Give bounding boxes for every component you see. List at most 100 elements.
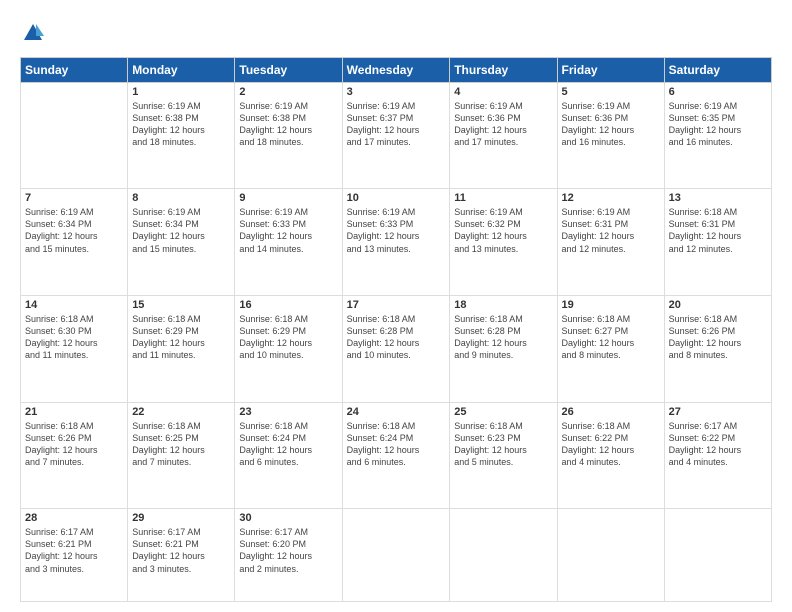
- day-number: 17: [347, 299, 446, 311]
- day-number: 18: [454, 299, 552, 311]
- day-info: Sunrise: 6:18 AM Sunset: 6:29 PM Dayligh…: [132, 313, 230, 362]
- day-info: Sunrise: 6:18 AM Sunset: 6:22 PM Dayligh…: [562, 420, 660, 469]
- day-number: 11: [454, 192, 552, 204]
- calendar-cell: [664, 509, 771, 602]
- day-info: Sunrise: 6:19 AM Sunset: 6:33 PM Dayligh…: [347, 206, 446, 255]
- weekday-friday: Friday: [557, 57, 664, 82]
- calendar-cell: 26 Sunrise: 6:18 AM Sunset: 6:22 PM Dayli…: [557, 402, 664, 509]
- day-info: Sunrise: 6:19 AM Sunset: 6:31 PM Dayligh…: [562, 206, 660, 255]
- day-number: 4: [454, 86, 552, 98]
- day-info: Sunrise: 6:18 AM Sunset: 6:27 PM Dayligh…: [562, 313, 660, 362]
- day-info: Sunrise: 6:18 AM Sunset: 6:25 PM Dayligh…: [132, 420, 230, 469]
- day-info: Sunrise: 6:19 AM Sunset: 6:32 PM Dayligh…: [454, 206, 552, 255]
- weekday-saturday: Saturday: [664, 57, 771, 82]
- calendar-cell: 20 Sunrise: 6:18 AM Sunset: 6:26 PM Dayli…: [664, 295, 771, 402]
- weekday-monday: Monday: [128, 57, 235, 82]
- day-number: 3: [347, 86, 446, 98]
- day-info: Sunrise: 6:18 AM Sunset: 6:28 PM Dayligh…: [454, 313, 552, 362]
- day-number: 30: [239, 512, 337, 524]
- day-info: Sunrise: 6:17 AM Sunset: 6:22 PM Dayligh…: [669, 420, 767, 469]
- weekday-header-row: SundayMondayTuesdayWednesdayThursdayFrid…: [21, 57, 772, 82]
- weekday-wednesday: Wednesday: [342, 57, 450, 82]
- day-info: Sunrise: 6:18 AM Sunset: 6:30 PM Dayligh…: [25, 313, 123, 362]
- day-number: 25: [454, 406, 552, 418]
- day-number: 1: [132, 86, 230, 98]
- day-info: Sunrise: 6:17 AM Sunset: 6:20 PM Dayligh…: [239, 526, 337, 575]
- day-number: 5: [562, 86, 660, 98]
- calendar-cell: 8 Sunrise: 6:19 AM Sunset: 6:34 PM Daylig…: [128, 189, 235, 296]
- calendar-cell: 25Sunrise: 6:18 AM Sunset: 6:23 PM Dayli…: [450, 402, 557, 509]
- day-number: 15: [132, 299, 230, 311]
- week-row-4: 21 Sunrise: 6:18 AM Sunset: 6:26 PM Dayli…: [21, 402, 772, 509]
- calendar-cell: 11 Sunrise: 6:19 AM Sunset: 6:32 PM Dayli…: [450, 189, 557, 296]
- day-number: 27: [669, 406, 767, 418]
- day-number: 24: [347, 406, 446, 418]
- day-number: 19: [562, 299, 660, 311]
- calendar-cell: [557, 509, 664, 602]
- calendar-cell: 1 Sunrise: 6:19 AM Sunset: 6:38 PM Daylig…: [128, 82, 235, 189]
- day-info: Sunrise: 6:19 AM Sunset: 6:35 PM Dayligh…: [669, 100, 767, 149]
- day-info: Sunrise: 6:19 AM Sunset: 6:36 PM Dayligh…: [562, 100, 660, 149]
- week-row-3: 14 Sunrise: 6:18 AM Sunset: 6:30 PM Dayli…: [21, 295, 772, 402]
- calendar-cell: 13 Sunrise: 6:18 AM Sunset: 6:31 PM Dayli…: [664, 189, 771, 296]
- day-number: 8: [132, 192, 230, 204]
- day-number: 16: [239, 299, 337, 311]
- day-number: 20: [669, 299, 767, 311]
- day-info: Sunrise: 6:18 AM Sunset: 6:26 PM Dayligh…: [669, 313, 767, 362]
- calendar-cell: 16 Sunrise: 6:18 AM Sunset: 6:29 PM Dayli…: [235, 295, 342, 402]
- day-number: 28: [25, 512, 123, 524]
- calendar-cell: 12 Sunrise: 6:19 AM Sunset: 6:31 PM Dayli…: [557, 189, 664, 296]
- day-number: 14: [25, 299, 123, 311]
- calendar-cell: 9 Sunrise: 6:19 AM Sunset: 6:33 PM Daylig…: [235, 189, 342, 296]
- day-number: 2: [239, 86, 337, 98]
- calendar-cell: [342, 509, 450, 602]
- calendar-cell: 2 Sunrise: 6:19 AM Sunset: 6:38 PM Daylig…: [235, 82, 342, 189]
- week-row-2: 7 Sunrise: 6:19 AM Sunset: 6:34 PM Daylig…: [21, 189, 772, 296]
- day-number: 10: [347, 192, 446, 204]
- calendar-cell: 14 Sunrise: 6:18 AM Sunset: 6:30 PM Dayli…: [21, 295, 128, 402]
- header: [20, 18, 772, 49]
- calendar-cell: 23Sunrise: 6:18 AM Sunset: 6:24 PM Dayli…: [235, 402, 342, 509]
- day-info: Sunrise: 6:19 AM Sunset: 6:33 PM Dayligh…: [239, 206, 337, 255]
- calendar-cell: 17 Sunrise: 6:18 AM Sunset: 6:28 PM Dayli…: [342, 295, 450, 402]
- calendar-cell: 4 Sunrise: 6:19 AM Sunset: 6:36 PM Daylig…: [450, 82, 557, 189]
- day-info: Sunrise: 6:19 AM Sunset: 6:38 PM Dayligh…: [132, 100, 230, 149]
- calendar-cell: 22 Sunrise: 6:18 AM Sunset: 6:25 PM Dayli…: [128, 402, 235, 509]
- calendar-cell: 10 Sunrise: 6:19 AM Sunset: 6:33 PM Dayli…: [342, 189, 450, 296]
- calendar-cell: 28 Sunrise: 6:17 AM Sunset: 6:21 PM Dayli…: [21, 509, 128, 602]
- calendar-cell: 5 Sunrise: 6:19 AM Sunset: 6:36 PM Daylig…: [557, 82, 664, 189]
- day-info: Sunrise: 6:19 AM Sunset: 6:38 PM Dayligh…: [239, 100, 337, 149]
- day-info: Sunrise: 6:18 AM Sunset: 6:24 PM Dayligh…: [239, 420, 337, 469]
- weekday-tuesday: Tuesday: [235, 57, 342, 82]
- day-number: 12: [562, 192, 660, 204]
- day-number: 7: [25, 192, 123, 204]
- day-info: Sunrise: 6:18 AM Sunset: 6:28 PM Dayligh…: [347, 313, 446, 362]
- calendar-cell: 3 Sunrise: 6:19 AM Sunset: 6:37 PM Daylig…: [342, 82, 450, 189]
- day-info: Sunrise: 6:19 AM Sunset: 6:36 PM Dayligh…: [454, 100, 552, 149]
- day-number: 6: [669, 86, 767, 98]
- day-info: Sunrise: 6:19 AM Sunset: 6:37 PM Dayligh…: [347, 100, 446, 149]
- calendar-table: SundayMondayTuesdayWednesdayThursdayFrid…: [20, 57, 772, 603]
- day-info: Sunrise: 6:17 AM Sunset: 6:21 PM Dayligh…: [25, 526, 123, 575]
- day-number: 13: [669, 192, 767, 204]
- day-info: Sunrise: 6:18 AM Sunset: 6:29 PM Dayligh…: [239, 313, 337, 362]
- calendar-cell: 7Sunrise: 6:19 AM Sunset: 6:34 PM Daylig…: [21, 189, 128, 296]
- calendar-cell: 27 Sunrise: 6:17 AM Sunset: 6:22 PM Dayli…: [664, 402, 771, 509]
- week-row-5: 28 Sunrise: 6:17 AM Sunset: 6:21 PM Dayli…: [21, 509, 772, 602]
- day-info: Sunrise: 6:18 AM Sunset: 6:31 PM Dayligh…: [669, 206, 767, 255]
- page: SundayMondayTuesdayWednesdayThursdayFrid…: [0, 0, 792, 612]
- weekday-thursday: Thursday: [450, 57, 557, 82]
- day-number: 9: [239, 192, 337, 204]
- day-number: 26: [562, 406, 660, 418]
- calendar-cell: 19 Sunrise: 6:18 AM Sunset: 6:27 PM Dayli…: [557, 295, 664, 402]
- day-number: 21: [25, 406, 123, 418]
- calendar-cell: 24Sunrise: 6:18 AM Sunset: 6:24 PM Dayli…: [342, 402, 450, 509]
- calendar-cell: 21 Sunrise: 6:18 AM Sunset: 6:26 PM Dayli…: [21, 402, 128, 509]
- week-row-1: 1 Sunrise: 6:19 AM Sunset: 6:38 PM Daylig…: [21, 82, 772, 189]
- day-info: Sunrise: 6:18 AM Sunset: 6:26 PM Dayligh…: [25, 420, 123, 469]
- logo: [20, 22, 44, 49]
- weekday-sunday: Sunday: [21, 57, 128, 82]
- day-info: Sunrise: 6:19 AM Sunset: 6:34 PM Dayligh…: [132, 206, 230, 255]
- day-number: 22: [132, 406, 230, 418]
- day-info: Sunrise: 6:17 AM Sunset: 6:21 PM Dayligh…: [132, 526, 230, 575]
